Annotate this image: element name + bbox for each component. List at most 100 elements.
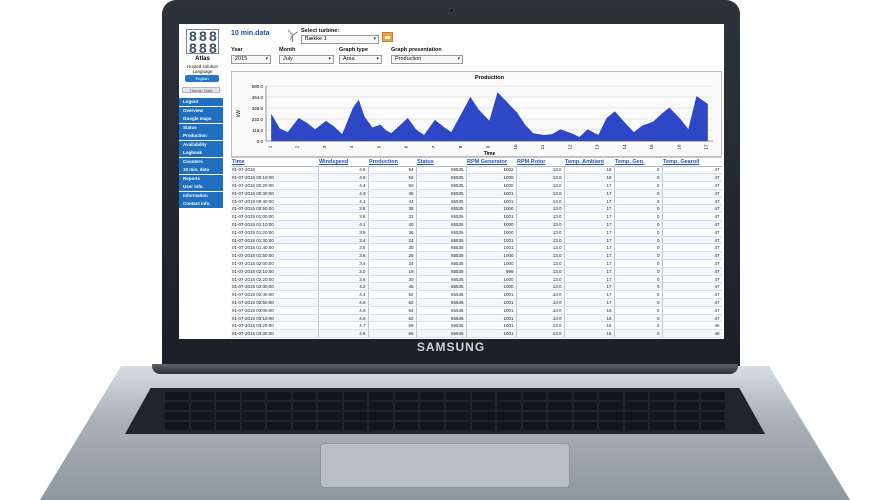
table-cell: 13.0: [516, 220, 565, 229]
keyboard-key: [471, 412, 496, 420]
month-select[interactable]: July ▾: [279, 55, 334, 64]
table-cell: 4.8: [318, 298, 369, 307]
table-row: 01-07-2015 00:20:00 4.4 50 65535 1000 13.0 17 0…: [231, 181, 722, 190]
x-tick-label: 6: [404, 145, 409, 148]
table-cell: 0: [614, 306, 663, 315]
keyboard-key: [165, 412, 189, 420]
table-cell: 17: [564, 212, 615, 222]
table-cell: 13.0: [516, 251, 565, 261]
keyboard-key: [675, 422, 700, 430]
table-cell: 17: [564, 243, 615, 253]
column-header-temp-ambient[interactable]: Temp. Ambient: [564, 158, 614, 167]
column-header-rpm-rotor[interactable]: RPM Rotor: [516, 158, 564, 167]
table-cell: 01-07-2015 02:00:00: [231, 259, 319, 268]
sidebar-item-status[interactable]: Status: [179, 123, 223, 132]
table-cell: 13.0: [516, 204, 565, 214]
table-cell: 17: [564, 251, 615, 261]
table-cell: 13.0: [516, 275, 565, 284]
graph-presentation-label: Graph presentation: [391, 47, 442, 53]
table-cell: 01-07-2015 02:20:00: [231, 275, 319, 284]
table-cell: 4.7: [318, 321, 369, 331]
keyboard-key: [267, 402, 291, 410]
month-label: Month: [279, 47, 296, 53]
table-cell: 0: [614, 267, 663, 276]
keyboard-key: [650, 392, 674, 400]
graph-presentation-select[interactable]: Production ▾: [391, 55, 463, 64]
table-cell: 1001: [466, 321, 517, 331]
table-cell: 47: [662, 259, 722, 268]
table-cell: 0: [614, 189, 663, 198]
table-cell: 65535: [416, 236, 467, 245]
table-cell: 65535: [416, 173, 467, 183]
table-cell: 17: [564, 181, 615, 190]
table-cell: 47: [662, 243, 722, 253]
y-tick-label: 348.0: [252, 106, 264, 111]
sidebar-item-overview[interactable]: Overview: [179, 106, 223, 115]
sidebar-item-user-info[interactable]: User info.: [179, 183, 223, 191]
keyboard-key: [318, 392, 342, 400]
graph-type-select[interactable]: Area ▾: [339, 55, 382, 64]
table-cell: 0: [614, 329, 663, 339]
keyboard-key: [241, 392, 266, 400]
table-cell: 13.0: [516, 298, 565, 307]
sidebar-item-logout[interactable]: Logout: [179, 98, 223, 106]
language-select[interactable]: English: [185, 75, 219, 82]
keyboard-key: [292, 402, 317, 410]
table-cell: 0: [614, 251, 663, 261]
column-header-temp-gearoil[interactable]: Temp. Gearoil: [662, 158, 722, 167]
keyboard-key: [369, 422, 393, 430]
sidebar-item-logbook[interactable]: Logbook: [179, 149, 223, 157]
table-cell: 47: [662, 306, 722, 315]
sidebar-item-google-maps[interactable]: Google maps: [179, 115, 223, 123]
keyboard-key: [165, 402, 189, 410]
sidebar-item-counters[interactable]: Counters: [179, 157, 223, 166]
table-cell: 65535: [416, 321, 467, 331]
table-cell: 13.0: [516, 267, 565, 276]
column-header-windspeed[interactable]: Windspeed: [318, 158, 368, 167]
column-header-rpm-generator[interactable]: RPM Generator: [466, 158, 516, 167]
sidebar-item-information[interactable]: Information: [179, 191, 223, 200]
column-header-production[interactable]: Production: [368, 158, 416, 167]
keyboard-key: [394, 422, 419, 430]
keyboard-key: [241, 422, 266, 430]
table-cell: 999: [466, 267, 517, 276]
x-tick-label: 2: [295, 145, 300, 148]
calendar-icon[interactable]: [382, 32, 393, 42]
sidebar-item-contact-info[interactable]: Contact info.: [179, 200, 223, 208]
table-cell: 1000: [466, 259, 517, 268]
table-cell: 1000: [466, 275, 517, 284]
table-cell: 17: [564, 197, 615, 206]
table-cell: 1001: [466, 314, 517, 323]
keyboard-key: [522, 412, 547, 420]
laptop-brand: SAMSUNG: [416, 340, 486, 354]
table-cell: 4.8: [318, 166, 369, 175]
table-cell: 01-07-2015 03:20:00: [231, 321, 319, 331]
table-row: 01-07-2015 03:00:00 4.9 64 65535 1001 13.0 16 0…: [231, 306, 722, 315]
column-header-time[interactable]: Time: [231, 158, 318, 167]
table-row: 01-07-2015 00:30:00 4.3 46 65535 1001 13.0 17 0…: [231, 189, 722, 198]
table-row: 01-07-2015 02:10:00 3.0 19 65535 999 13.0 17 0 4…: [231, 267, 722, 276]
year-select[interactable]: 2015 ▾: [231, 55, 271, 64]
touchpad[interactable]: [320, 443, 570, 488]
x-tick-label: 11: [540, 144, 545, 149]
column-header-status[interactable]: Status: [416, 158, 466, 167]
table-cell: 3.5: [318, 243, 369, 253]
table-cell: 19: [368, 267, 417, 276]
laptop-hinge: [152, 364, 738, 374]
table-cell: 13.0: [516, 212, 565, 222]
table-cell: 59: [368, 321, 417, 331]
table-cell: 47: [662, 173, 722, 183]
table-cell: 0: [614, 275, 663, 284]
table-cell: 17: [564, 228, 615, 237]
keyboard-key: [573, 422, 598, 430]
sidebar-item-10-min-data[interactable]: 10 min. data: [179, 166, 223, 174]
turbine-select[interactable]: Bække 1 ▾: [301, 35, 379, 44]
column-header-temp-gen[interactable]: Temp. Gen.: [614, 158, 662, 167]
sidebar-item-reports[interactable]: Reports: [179, 174, 223, 183]
sidebar-item-production[interactable]: Production: [179, 132, 223, 140]
keyboard-key: [394, 412, 419, 420]
table-cell: 62: [368, 314, 417, 323]
table-cell: 54: [368, 166, 417, 175]
sidebar-item-availability[interactable]: Availability: [179, 140, 223, 149]
theme-button[interactable]: Theme: Dark: [182, 87, 220, 93]
